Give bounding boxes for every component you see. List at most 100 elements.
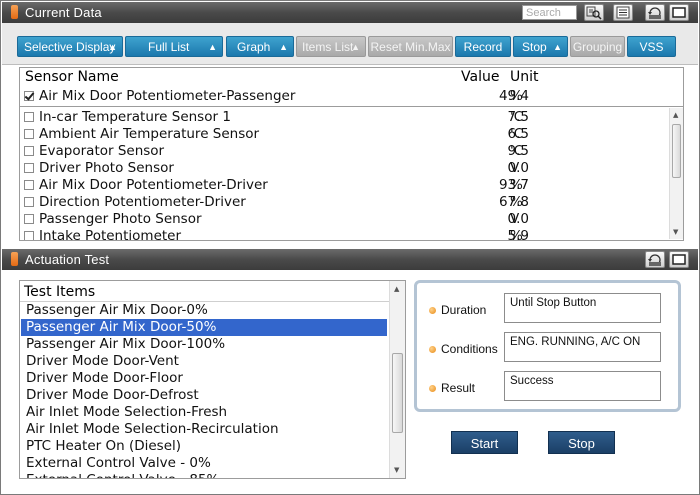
test-items-header: Test Items	[24, 284, 96, 300]
stop-button[interactable]: Stop	[548, 431, 615, 454]
pinned-row[interactable]: Air Mix Door Potentiometer-Passenger 49.…	[20, 88, 683, 105]
sensor-unit: 'C	[510, 126, 524, 142]
test-items-scrollbar[interactable]: ▲ ▼	[389, 281, 405, 478]
bullet-icon	[429, 385, 436, 392]
dropdown-arrow-icon: ▲	[553, 42, 562, 52]
row-checkbox[interactable]	[24, 112, 34, 122]
scroll-down-icon[interactable]: ▼	[394, 466, 399, 474]
items-list-dropdown[interactable]: Items List ▲	[296, 36, 366, 57]
reset-min-max-button[interactable]: Reset Min.Max	[368, 36, 453, 57]
unit-column-header: Unit	[510, 69, 539, 85]
value-column-header: Value	[461, 69, 500, 85]
list-item[interactable]: External Control Valve - 85%	[21, 472, 387, 478]
sensor-name: Air Mix Door Potentiometer-Passenger	[39, 88, 296, 104]
sensor-scrollbar[interactable]: ▲ ▼	[669, 108, 683, 239]
sensor-name: Driver Photo Sensor	[39, 160, 174, 176]
sensor-unit: %	[510, 177, 523, 193]
list-item[interactable]: Driver Mode Door-Floor	[21, 370, 387, 387]
bullet-icon	[429, 346, 436, 353]
sensor-unit: %	[510, 88, 523, 104]
retry-icon[interactable]	[645, 4, 665, 21]
current-data-title: Current Data	[25, 5, 102, 20]
scrollbar-thumb[interactable]	[392, 353, 403, 433]
table-row[interactable]: Direction Potentiometer-Driver 67.8%	[20, 194, 669, 211]
duration-label-text: Duration	[441, 303, 487, 317]
table-row[interactable]: Air Mix Door Potentiometer-Driver 93.7%	[20, 177, 669, 194]
row-checkbox[interactable]	[24, 146, 34, 156]
scrollbar-thumb[interactable]	[672, 124, 681, 178]
selective-display-dropdown[interactable]: Selective Display ▲	[17, 36, 123, 57]
sensor-unit: %	[510, 228, 523, 241]
sensor-name-column-header: Sensor Name	[25, 69, 119, 85]
list-item[interactable]: Passenger Air Mix Door-100%	[21, 336, 387, 353]
list-view-icon[interactable]	[613, 4, 633, 21]
app-window: Current Data Search Selective Display ▲ F…	[0, 0, 700, 495]
row-checkbox[interactable]	[24, 231, 34, 240]
actuation-test-title: Actuation Test	[25, 252, 110, 267]
list-item[interactable]: Driver Mode Door-Vent	[21, 353, 387, 370]
row-checkbox[interactable]	[24, 180, 34, 190]
list-item[interactable]: PTC Heater On (Diesel)	[21, 438, 387, 455]
row-checkbox[interactable]	[24, 129, 34, 139]
items-list-label: Items List	[302, 40, 354, 54]
row-checkbox[interactable]	[24, 91, 34, 101]
table-row[interactable]: In-car Temperature Sensor 1 7.5 'C	[20, 109, 669, 126]
row-checkbox[interactable]	[24, 197, 34, 207]
list-item[interactable]: Air Inlet Mode Selection-Fresh	[21, 404, 387, 421]
sensor-unit: V	[510, 211, 520, 227]
sensor-unit: 'C	[510, 143, 524, 159]
graph-label: Graph	[237, 40, 271, 54]
stop-label: Stop	[522, 40, 547, 54]
grouping-button[interactable]: Grouping	[570, 36, 625, 57]
search-input[interactable]: Search	[522, 5, 577, 20]
sensor-name: Ambient Air Temperature Sensor	[39, 126, 260, 142]
selective-display-label: Selective Display	[24, 40, 116, 54]
list-item[interactable]: Air Inlet Mode Selection-Recirculation	[21, 421, 387, 438]
result-label-text: Result	[441, 381, 476, 395]
dropdown-arrow-icon: ▲	[208, 42, 217, 52]
tag-icon	[11, 5, 18, 19]
table-row[interactable]: Ambient Air Temperature Sensor 6.5 'C	[20, 126, 669, 143]
table-row[interactable]: Driver Photo Sensor 0.0 V	[20, 160, 669, 177]
dropdown-arrow-icon: ▲	[108, 42, 117, 52]
search-icon[interactable]	[584, 4, 604, 21]
result-field: Success	[504, 371, 661, 401]
start-button[interactable]: Start	[451, 431, 518, 454]
row-checkbox[interactable]	[24, 214, 34, 224]
list-item[interactable]: Passenger Air Mix Door-50%	[21, 319, 387, 336]
scroll-up-icon[interactable]: ▲	[394, 285, 399, 293]
sensor-data-table: Sensor Name Value Unit Air Mix Door Pote…	[19, 67, 684, 241]
row-checkbox[interactable]	[24, 163, 34, 173]
list-item[interactable]: Passenger Air Mix Door-0%	[21, 302, 387, 319]
sensor-unit: V	[510, 160, 520, 176]
current-data-titlebar: Current Data Search	[2, 2, 698, 23]
record-button[interactable]: Record	[455, 36, 511, 57]
maximize-icon[interactable]	[669, 251, 689, 268]
table-header: Sensor Name Value Unit	[20, 68, 683, 86]
list-item[interactable]: Driver Mode Door-Defrost	[21, 387, 387, 404]
table-row[interactable]: Intake Potentiometer 5.9%	[20, 228, 669, 241]
sensor-name: Air Mix Door Potentiometer-Driver	[39, 177, 268, 193]
sensor-name: Intake Potentiometer	[39, 228, 182, 241]
full-list-dropdown[interactable]: Full List ▲	[125, 36, 223, 57]
sensor-unit: %	[510, 194, 523, 210]
test-items-list: Test Items Passenger Air Mix Door-0% Pass…	[19, 280, 406, 479]
dropdown-arrow-icon: ▲	[279, 42, 288, 52]
result-label: Result	[429, 381, 475, 395]
actuation-test-titlebar: Actuation Test	[2, 249, 698, 270]
maximize-icon[interactable]	[669, 4, 689, 21]
table-row[interactable]: Passenger Photo Sensor 0.0 V	[20, 211, 669, 228]
graph-dropdown[interactable]: Graph ▲	[226, 36, 294, 57]
conditions-field: ENG. RUNNING, A/C ON	[504, 332, 661, 362]
test-details-panel: Duration Until Stop Button Conditions EN…	[414, 280, 681, 412]
retry-icon[interactable]	[645, 251, 665, 268]
table-row[interactable]: Evaporator Sensor 9.5 'C	[20, 143, 669, 160]
vss-button[interactable]: VSS	[627, 36, 676, 57]
data-toolbar: Selective Display ▲ Full List ▲ Graph ▲ Ite…	[2, 23, 698, 65]
scroll-up-icon[interactable]: ▲	[673, 111, 678, 119]
sensor-name: Direction Potentiometer-Driver	[39, 194, 246, 210]
sensor-name: In-car Temperature Sensor 1	[39, 109, 231, 125]
list-item[interactable]: External Control Valve - 0%	[21, 455, 387, 472]
scroll-down-icon[interactable]: ▼	[673, 228, 678, 236]
stop-dropdown[interactable]: Stop ▲	[513, 36, 568, 57]
